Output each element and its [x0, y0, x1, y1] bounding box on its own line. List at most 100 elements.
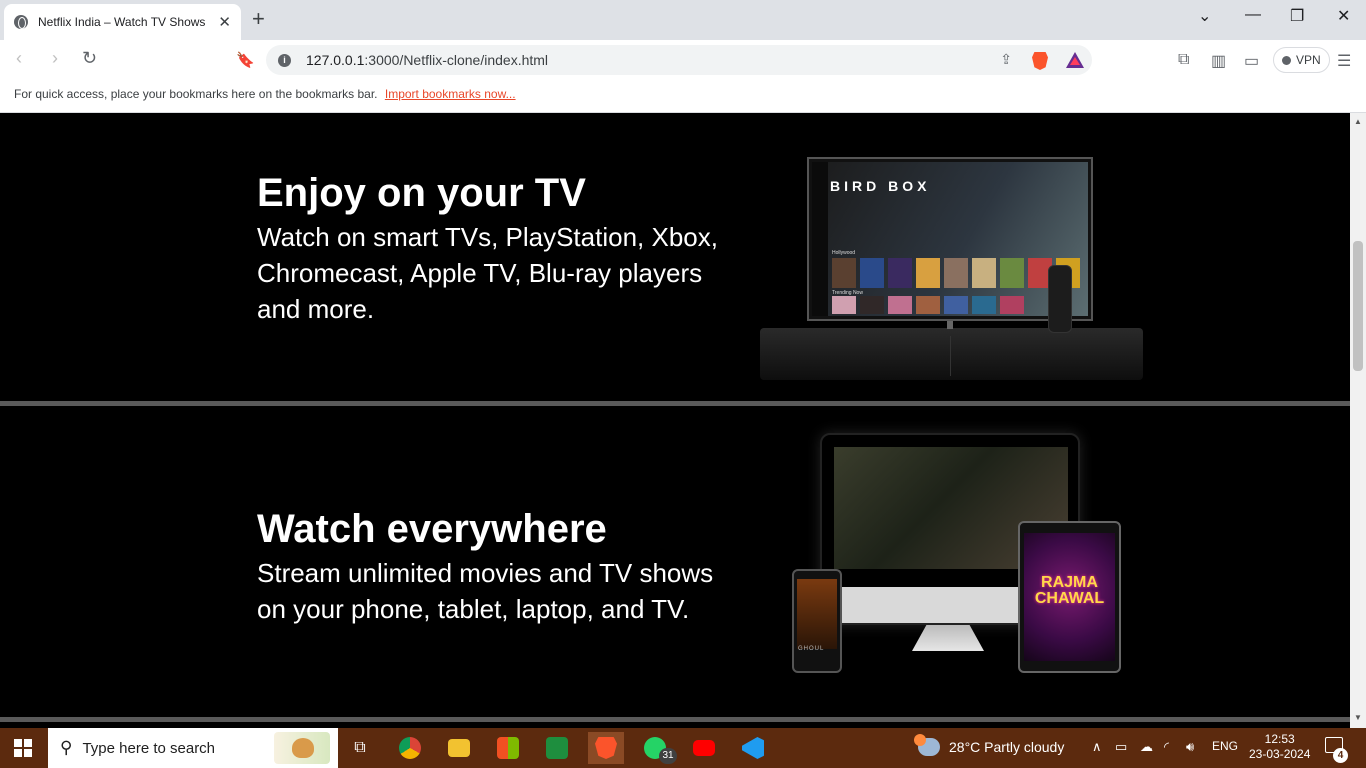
tv-remote	[1048, 265, 1072, 333]
page-viewport: Enjoy on your TV Watch on smart TVs, Pla…	[0, 113, 1350, 728]
tv-screen: BIRD BOX Hollywood Trending Now	[812, 162, 1088, 316]
chrome-taskbar-button[interactable]	[392, 732, 428, 764]
battery-icon[interactable]: ▭	[1115, 739, 1127, 755]
tv-thumbnail	[832, 296, 856, 314]
sidebar-icon[interactable]: ▥	[1211, 51, 1226, 71]
vpn-button[interactable]: VPN	[1273, 47, 1330, 73]
search-placeholder: Type here to search	[82, 739, 216, 757]
section-divider	[0, 401, 1350, 406]
back-button[interactable]: ‹	[16, 48, 22, 69]
phone-poster-title: GHOUL	[798, 646, 825, 652]
bookmarks-bar: For quick access, place your bookmarks h…	[0, 80, 1366, 113]
reload-button[interactable]: ↻	[82, 48, 97, 69]
windows-start-icon[interactable]	[14, 739, 32, 757]
section-divider	[0, 717, 1350, 722]
search-icon: ⚲	[60, 738, 73, 757]
whatsapp-taskbar-button[interactable]: 31	[637, 732, 677, 764]
new-tab-button[interactable]: +	[252, 8, 265, 30]
restore-button[interactable]: ❐	[1290, 6, 1304, 26]
tv-leg	[947, 321, 953, 329]
vscode-taskbar-button[interactable]	[735, 732, 771, 764]
menu-icon[interactable]: ☰	[1337, 51, 1351, 71]
tv-thumbnail	[888, 296, 912, 314]
tv-thumbnail	[972, 258, 996, 288]
brave-icon	[595, 737, 617, 759]
tv-section-title: Enjoy on your TV	[257, 171, 586, 215]
tab-search-icon[interactable]: ⌄	[1198, 6, 1211, 26]
scroll-thumb[interactable]	[1353, 241, 1363, 371]
classroom-taskbar-button[interactable]	[539, 732, 575, 764]
language-indicator[interactable]: ENG	[1212, 739, 1238, 753]
tab-title: Netflix India – Watch TV Shows Online	[38, 15, 208, 29]
tv-thumbnail	[860, 258, 884, 288]
folder-icon	[448, 739, 470, 757]
file-explorer-taskbar-button[interactable]	[441, 732, 477, 764]
store-taskbar-button[interactable]	[490, 732, 526, 764]
cloud-icon[interactable]: ☁	[1140, 739, 1153, 755]
everywhere-section-title: Watch everywhere	[257, 507, 607, 551]
browser-tab[interactable]: Netflix India – Watch TV Shows Online ✕	[4, 4, 241, 40]
tv-row-label-1: Hollywood	[832, 250, 856, 256]
phone-screen	[797, 579, 837, 649]
taskbar-search-box[interactable]: ⚲ Type here to search	[48, 728, 338, 768]
share-icon[interactable]: ⇪	[1000, 51, 1012, 68]
clock[interactable]: 12:53 23-03-2024	[1249, 732, 1310, 762]
tv-thumbnail	[972, 296, 996, 314]
close-window-button[interactable]: ✕	[1337, 6, 1350, 26]
scroll-down-arrow-icon[interactable]: ▼	[1354, 713, 1362, 722]
tablet-illustration: RAJMA CHAWAL	[1018, 521, 1121, 673]
site-info-icon[interactable]: i	[278, 53, 291, 67]
windows-taskbar: ⚲ Type here to search ⧉ 31 28°C Partly c…	[0, 728, 1366, 768]
monitor-stand	[912, 625, 984, 651]
whatsapp-badge: 31	[659, 748, 677, 764]
youtube-taskbar-button[interactable]	[686, 732, 722, 764]
clock-date: 23-03-2024	[1249, 747, 1311, 761]
tv-section-description: Watch on smart TVs, PlayStation, Xbox, C…	[257, 222, 718, 324]
url-text[interactable]: 127.0.0.1:3000/Netflix-clone/index.html	[306, 52, 548, 68]
partly-cloudy-icon	[914, 734, 940, 756]
weather-widget[interactable]: 28°C Partly cloudy	[914, 734, 1065, 756]
vscode-icon	[742, 737, 764, 759]
tv-thumbnail	[916, 296, 940, 314]
notification-count: 4	[1333, 748, 1348, 763]
tv-thumbnail	[916, 258, 940, 288]
classroom-icon	[546, 737, 568, 759]
clock-time: 12:53	[1264, 732, 1295, 746]
tv-thumbnail	[944, 296, 968, 314]
tv-thumbnail	[888, 258, 912, 288]
page-scrollbar[interactable]: ▲ ▼	[1350, 113, 1366, 728]
task-view-icon: ⧉	[354, 739, 366, 756]
vpn-status-icon	[1282, 55, 1291, 65]
vpn-label: VPN	[1296, 53, 1321, 67]
volume-icon[interactable]: 🔊︎	[1186, 739, 1194, 755]
tv-thumbnail	[860, 296, 884, 314]
wifi-icon[interactable]: ◜	[1164, 739, 1169, 755]
extensions-icon[interactable]: ⧉	[1178, 51, 1189, 69]
brave-taskbar-button[interactable]	[588, 732, 624, 764]
bookmark-icon[interactable]: 🔖	[236, 51, 255, 69]
tv-thumbnail	[832, 258, 856, 288]
bookmarks-hint: For quick access, place your bookmarks h…	[14, 87, 378, 101]
minimize-button[interactable]: —	[1245, 6, 1261, 24]
tab-strip: Netflix India – Watch TV Shows Online ✕ …	[0, 0, 1366, 40]
tablet-poster-title: RAJMA CHAWAL	[1034, 574, 1105, 607]
close-tab-icon[interactable]: ✕	[218, 13, 231, 31]
everywhere-section-description: Stream unlimited movies and TV shows on …	[257, 558, 714, 624]
brave-rewards-icon[interactable]	[1066, 52, 1084, 68]
youtube-icon	[693, 740, 715, 756]
tv-thumbnail	[944, 258, 968, 288]
weather-text: 28°C Partly cloudy	[949, 739, 1065, 755]
address-bar[interactable]: i 127.0.0.1:3000/Netflix-clone/index.htm…	[266, 45, 1092, 75]
store-icon	[497, 737, 519, 759]
show-hidden-icons-icon[interactable]: ∧	[1092, 739, 1102, 755]
tv-side-menu	[812, 162, 828, 316]
navigation-bar: ‹ › ↻ 🔖 i 127.0.0.1:3000/Netflix-clone/i…	[0, 40, 1366, 80]
import-bookmarks-link[interactable]: Import bookmarks now...	[385, 87, 516, 101]
task-view-button[interactable]: ⧉	[342, 732, 378, 764]
globe-icon	[14, 15, 28, 29]
scroll-up-arrow-icon[interactable]: ▲	[1354, 117, 1362, 126]
brave-shields-icon[interactable]	[1032, 52, 1048, 70]
forward-button[interactable]: ›	[52, 48, 58, 69]
tv-thumbnail	[1000, 296, 1024, 314]
wallet-icon[interactable]: ▭	[1244, 51, 1259, 71]
